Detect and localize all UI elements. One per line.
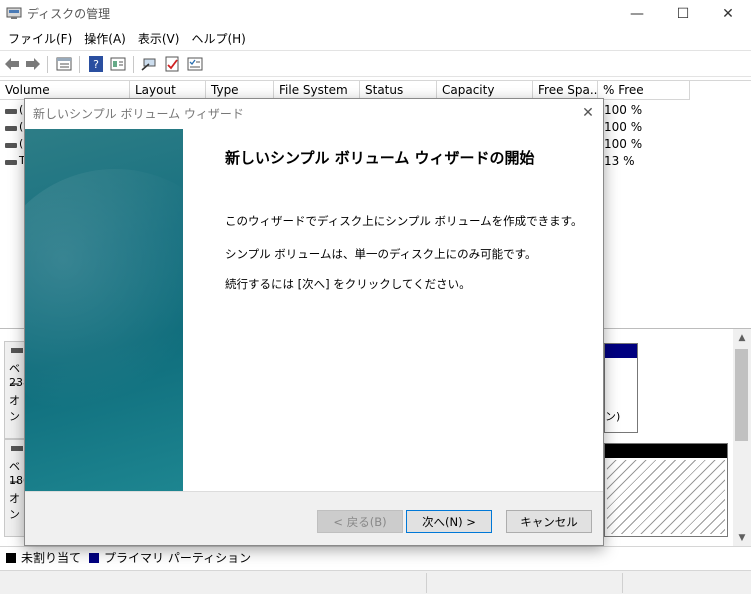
wizard-instruction: 続行するには [次へ] をクリックしてください。	[225, 277, 471, 291]
menu-bar: ファイル(F) 操作(A) 表示(V) ヘルプ(H)	[0, 27, 751, 49]
disk-status-text: オン	[9, 492, 20, 521]
dialog-title: 新しいシンプル ボリューム ウィザード	[33, 107, 244, 121]
percent-free-value: 13 %	[604, 154, 635, 168]
toolbar-separator	[133, 56, 134, 73]
dialog-button-area: < 戻る(B) 次へ(N) > キャンセル	[25, 491, 603, 545]
wizard-note: シンプル ボリュームは、単一のディスク上にのみ可能です。	[225, 247, 537, 261]
disk-management-window: ディスクの管理 — ☐ ✕ ファイル(F) 操作(A) 表示(V) ヘルプ(H)…	[0, 0, 751, 594]
legend-primary: プライマリ パーティション	[104, 551, 252, 565]
drive-icon	[5, 143, 17, 148]
next-button[interactable]: 次へ(N) >	[406, 510, 492, 533]
volume-name-stub: (	[19, 103, 24, 116]
toolbar-separator	[79, 56, 80, 73]
drive-icon	[11, 446, 23, 451]
wizard-heading: 新しいシンプル ボリューム ウィザードの開始	[225, 149, 535, 167]
toolbar: ?	[0, 50, 751, 77]
dialog-close-icon[interactable]: ✕	[578, 103, 598, 123]
partition-text: ン)	[605, 410, 621, 423]
disk-0-label[interactable]: ベー 238 オン	[4, 341, 26, 439]
back-button[interactable]: < 戻る(B)	[317, 510, 403, 533]
check-icon[interactable]	[163, 55, 181, 73]
title-bar: ディスクの管理 — ☐ ✕	[0, 0, 751, 27]
scroll-thumb[interactable]	[735, 349, 748, 441]
help-icon[interactable]: ?	[87, 55, 105, 73]
window-title: ディスクの管理	[27, 7, 111, 21]
disk-list-icon[interactable]	[55, 55, 73, 73]
svg-text:?: ?	[93, 58, 99, 71]
volume-name-stub: (	[19, 137, 24, 150]
scroll-up-icon[interactable]: ▲	[733, 329, 751, 346]
unallocated-partition-bar	[605, 444, 727, 458]
table-row[interactable]: T	[0, 154, 26, 171]
maximize-button[interactable]: ☐	[660, 0, 706, 27]
drive-icon	[5, 126, 17, 131]
column-percent-free[interactable]: % Free	[598, 81, 690, 100]
new-simple-volume-wizard-dialog: 新しいシンプル ボリューム ウィザード ✕ 新しいシンプル ボリューム ウィザー…	[24, 98, 604, 546]
legend-unallocated: 未割り当て	[21, 551, 82, 565]
cancel-button[interactable]: キャンセル	[506, 510, 592, 533]
drive-icon	[5, 109, 17, 114]
properties-icon[interactable]	[109, 55, 127, 73]
percent-free-value: 100 %	[604, 103, 643, 117]
menu-file[interactable]: ファイル(F)	[4, 30, 80, 47]
table-row[interactable]: (	[0, 137, 24, 154]
primary-partition-bar	[605, 344, 637, 358]
disk-area-scrollbar[interactable]: ▲ ▼	[733, 329, 751, 547]
wizard-side-banner	[25, 129, 183, 491]
percent-free-value: 100 %	[604, 137, 643, 151]
wizard-description: このウィザードでディスク上にシンプル ボリュームを作成できます。	[225, 214, 583, 228]
toolbar-separator	[47, 56, 48, 73]
menu-view[interactable]: 表示(V)	[134, 30, 188, 47]
table-row[interactable]: (	[0, 120, 24, 137]
connect-icon[interactable]	[140, 55, 158, 73]
drive-icon	[11, 348, 23, 353]
drive-icon	[5, 160, 17, 165]
unallocated-hatch	[607, 460, 725, 534]
disk-management-app-icon	[6, 7, 22, 19]
minimize-button[interactable]: —	[614, 0, 660, 27]
percent-free-value: 100 %	[604, 120, 643, 134]
disk-status-text: オン	[9, 394, 20, 423]
primary-swatch	[89, 552, 100, 563]
status-pane	[622, 573, 751, 593]
close-window-button[interactable]: ✕	[705, 0, 751, 27]
unallocated-swatch	[6, 552, 16, 563]
scroll-down-icon[interactable]: ▼	[733, 529, 751, 546]
partition-legend: 未割り当て プライマリ パーティション	[0, 546, 751, 568]
menu-action[interactable]: 操作(A)	[80, 30, 134, 47]
menu-help[interactable]: ヘルプ(H)	[187, 30, 253, 47]
primary-partition-block[interactable]: ン)	[604, 343, 638, 433]
forward-arrow-icon[interactable]	[24, 55, 42, 73]
status-bar	[0, 570, 751, 594]
back-arrow-icon[interactable]	[3, 55, 21, 73]
disk-1-label[interactable]: ベー 186 オン	[4, 439, 26, 537]
settings-list-icon[interactable]	[186, 55, 204, 73]
table-row[interactable]: (	[0, 103, 24, 120]
volume-name-stub: (	[19, 120, 24, 133]
unallocated-partition-block[interactable]	[604, 443, 728, 537]
status-pane	[426, 573, 622, 593]
